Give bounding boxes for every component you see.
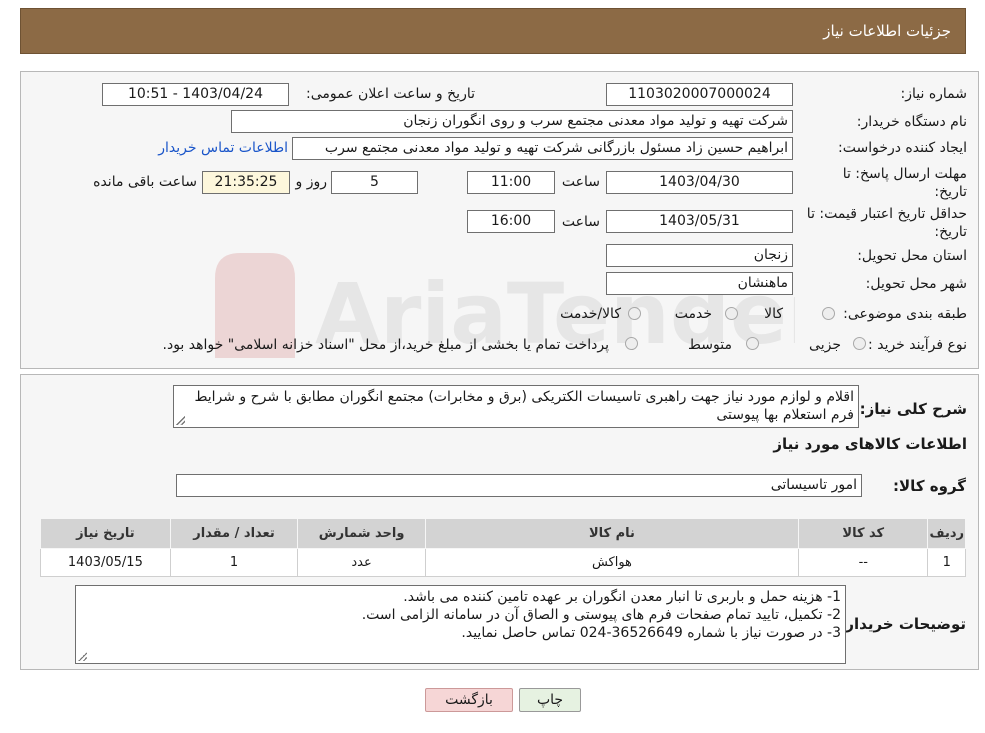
province-label: استان محل تحویل:: [857, 248, 967, 264]
cell-date: 1403/05/15: [40, 548, 171, 577]
process-option-medium: متوسط: [688, 337, 732, 353]
deadline-time-label: ساعت: [561, 174, 600, 190]
col-header-row: ردیف: [927, 518, 966, 549]
category-label: طبقه بندی موضوعی:: [843, 306, 967, 322]
description-text: اقلام و لوازم مورد نیاز جهت راهبری تاسیس…: [194, 389, 854, 423]
col-header-name: نام کالا: [424, 518, 800, 549]
deadline-days-field: 5: [331, 171, 418, 194]
deadline-time-field: 11:00: [467, 171, 555, 194]
requester-label: ایجاد کننده درخواست:: [838, 140, 967, 156]
description-textarea[interactable]: اقلام و لوازم مورد نیاز جهت راهبری تاسیس…: [173, 385, 859, 428]
validity-label-1: حداقل تاریخ اعتبار قیمت: تا: [806, 206, 967, 222]
buyer-note-line: 2- تکمیل، تایید تمام صفحات فرم های پیوست…: [361, 607, 841, 623]
process-treasury-note: پرداخت تمام یا بخشی از مبلغ خرید،از محل …: [162, 337, 609, 353]
buyer-notes-label: توضیحات خریدار:: [839, 615, 966, 633]
deadline-label-1: مهلت ارسال پاسخ: تا: [842, 166, 967, 182]
validity-time-field: 16:00: [467, 210, 555, 233]
buyer-note-line: 1- هزینه حمل و باربری تا انبار معدن انگو…: [403, 589, 841, 605]
announce-datetime-field: 1403/04/24 - 10:51: [102, 83, 289, 106]
buyer-notes-textarea[interactable]: 1- هزینه حمل و باربری تا انبار معدن انگو…: [75, 585, 846, 664]
process-option-minor: جزیی: [809, 337, 841, 353]
goods-section-title: اطلاعات کالاهای مورد نیاز: [773, 435, 967, 453]
resize-grip-icon[interactable]: [78, 652, 87, 661]
buyer-org-label: نام دستگاه خریدار:: [856, 114, 967, 130]
city-field: ماهنشان: [606, 272, 793, 295]
process-checkbox-treasury[interactable]: [625, 337, 638, 350]
category-radio-service[interactable]: [725, 307, 738, 320]
cell-row: 1: [927, 548, 966, 577]
city-label: شهر محل تحویل:: [865, 276, 967, 292]
category-option-goods-service: کالا/خدمت: [560, 306, 621, 322]
deadline-days-label: روز و: [295, 174, 328, 190]
col-header-unit: واحد شمارش: [297, 518, 426, 549]
page-title: جزئیات اطلاعات نیاز: [823, 22, 951, 40]
announce-datetime-label: تاریخ و ساعت اعلان عمومی:: [306, 86, 475, 102]
deadline-label-2: تاریخ:: [934, 184, 967, 200]
description-label: شرح کلی نیاز:: [859, 400, 967, 418]
page-header: جزئیات اطلاعات نیاز: [20, 8, 966, 54]
category-option-goods: کالا: [764, 306, 783, 322]
col-header-quantity: تعداد / مقدار: [169, 518, 299, 549]
cell-code: --: [798, 548, 929, 577]
remaining-time-label: ساعت باقی مانده: [93, 174, 197, 190]
validity-label-2: تاریخ:: [934, 224, 967, 240]
category-radio-goods[interactable]: [822, 307, 835, 320]
goods-group-field: امور تاسیساتی: [176, 474, 862, 497]
process-label: نوع فرآیند خرید :: [868, 337, 967, 353]
cell-unit: عدد: [297, 548, 426, 577]
col-header-code: کد کالا: [798, 518, 929, 549]
category-option-service: خدمت: [674, 306, 712, 322]
goods-table: ردیف کد کالا نام کالا واحد شمارش تعداد /…: [40, 518, 966, 577]
resize-grip-icon[interactable]: [176, 416, 185, 425]
goods-table-header: ردیف کد کالا نام کالا واحد شمارش تعداد /…: [40, 518, 966, 549]
table-row: 1 -- هواکش عدد 1 1403/05/15: [40, 548, 966, 577]
validity-date-field: 1403/05/31: [606, 210, 793, 233]
validity-time-label: ساعت: [561, 214, 600, 230]
process-radio-minor[interactable]: [853, 337, 866, 350]
buyer-org-field: شرکت تهیه و تولید مواد معدنی مجتمع سرب و…: [231, 110, 793, 133]
back-button[interactable]: بازگشت: [425, 688, 513, 712]
need-number-label: شماره نیاز:: [900, 86, 968, 102]
requester-field: ابراهیم حسین زاد مسئول بازرگانی شرکت تهی…: [292, 137, 793, 160]
buyer-note-line: 3- در صورت نیاز با شماره 36526649-024 تم…: [461, 625, 841, 641]
need-number-field: 1103020007000024: [606, 83, 793, 106]
buyer-contact-link[interactable]: اطلاعات تماس خریدار: [158, 140, 288, 156]
print-button[interactable]: چاپ: [519, 688, 581, 712]
process-radio-medium[interactable]: [746, 337, 759, 350]
cell-quantity: 1: [169, 548, 299, 577]
goods-group-label: گروه کالا:: [893, 477, 966, 495]
cell-name: هواکش: [424, 548, 800, 577]
deadline-date-field: 1403/04/30: [606, 171, 793, 194]
category-radio-goods-service[interactable]: [628, 307, 641, 320]
col-header-date: تاریخ نیاز: [40, 518, 171, 549]
province-field: زنجان: [606, 244, 793, 267]
remaining-time-field: 21:35:25: [202, 171, 290, 194]
